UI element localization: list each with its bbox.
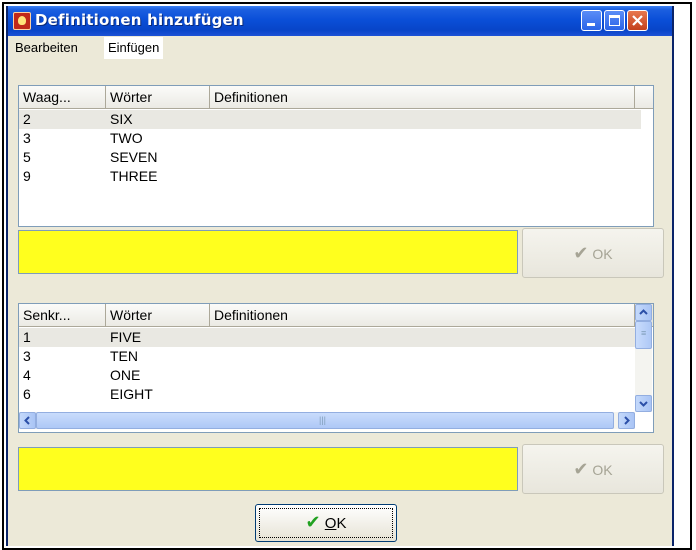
arrow-down-icon <box>639 401 648 407</box>
word-number: 4 <box>23 367 31 383</box>
ok-label: OK <box>592 246 613 262</box>
window-title: Definitionen hinzufügen <box>35 11 244 29</box>
word-text: FIVE <box>110 329 142 345</box>
check-icon: ✔ <box>305 512 321 532</box>
across-word-list[interactable]: Waag... Wörter Definitionen 2 SIX 3 TWO … <box>18 85 654 227</box>
scroll-down-button[interactable] <box>635 395 652 412</box>
word-number: 5 <box>23 149 31 165</box>
dialog-window: Definitionen hinzufügen Bearbeiten Einfü… <box>6 6 674 546</box>
list-item[interactable]: 4 ONE <box>19 366 641 385</box>
ok-button[interactable]: ✔ OK <box>255 504 397 542</box>
word-number: 6 <box>23 386 31 402</box>
grip-icon: ≡ <box>641 328 647 338</box>
maximize-icon <box>609 15 620 26</box>
horizontal-scrollbar[interactable]: ||| <box>19 412 635 429</box>
word-number: 3 <box>23 348 31 364</box>
check-icon: ✔ <box>573 459 589 479</box>
scroll-left-button[interactable] <box>19 412 36 429</box>
down-definition-input[interactable] <box>18 447 518 491</box>
vertical-scroll-thumb[interactable]: ≡ <box>635 321 652 349</box>
scroll-right-button[interactable] <box>618 412 635 429</box>
check-icon: ✔ <box>573 243 589 263</box>
column-header-down-number[interactable]: Senkr... <box>19 304 106 326</box>
menu-edit[interactable]: Bearbeiten <box>12 37 81 59</box>
word-text: EIGHT <box>110 386 153 402</box>
column-header-words[interactable]: Wörter <box>106 86 210 108</box>
word-text: SEVEN <box>110 149 158 165</box>
column-header-words[interactable]: Wörter <box>106 304 210 326</box>
arrow-left-icon <box>24 416 30 425</box>
ok-label-rest: K <box>336 515 347 532</box>
word-text: SIX <box>110 111 133 127</box>
minimize-button[interactable] <box>581 10 602 31</box>
word-number: 3 <box>23 130 31 146</box>
across-ok-button[interactable]: ✔ OK <box>522 228 664 278</box>
word-text: THREE <box>110 168 158 184</box>
vertical-scrollbar[interactable]: ≡ <box>635 304 652 412</box>
column-header-definitions[interactable]: Definitionen <box>210 86 635 108</box>
word-text: ONE <box>110 367 141 383</box>
scroll-up-button[interactable] <box>635 304 652 321</box>
down-list-header: Senkr... Wörter Definitionen <box>19 304 653 327</box>
list-item[interactable]: 9 THREE <box>19 167 641 186</box>
across-list-header: Waag... Wörter Definitionen <box>19 86 653 109</box>
title-bar[interactable]: Definitionen hinzufügen <box>8 6 672 36</box>
list-item[interactable]: 6 EIGHT <box>19 385 641 404</box>
ok-mnemonic: O <box>324 515 337 532</box>
horizontal-scroll-thumb[interactable]: ||| <box>36 412 614 429</box>
list-item[interactable]: 2 SIX <box>19 110 641 129</box>
minimize-icon <box>587 23 595 26</box>
close-button[interactable] <box>627 10 648 31</box>
list-item[interactable]: 1 FIVE <box>19 328 641 347</box>
column-header-across-number[interactable]: Waag... <box>19 86 106 108</box>
word-number: 2 <box>23 111 31 127</box>
word-text: TEN <box>110 348 138 364</box>
grip-icon: ||| <box>319 415 327 425</box>
arrow-up-icon <box>639 309 648 315</box>
column-header-filler <box>635 86 653 108</box>
menu-bar: Bearbeiten Einfügen <box>8 37 672 59</box>
app-icon <box>13 12 31 30</box>
menu-insert[interactable]: Einfügen <box>104 37 164 59</box>
word-text: TWO <box>110 130 143 146</box>
maximize-button[interactable] <box>604 10 625 31</box>
list-item[interactable]: 3 TEN <box>19 347 641 366</box>
word-number: 1 <box>23 329 31 345</box>
close-icon <box>632 15 643 26</box>
down-word-list[interactable]: Senkr... Wörter Definitionen 1 FIVE 3 TE… <box>18 303 654 433</box>
arrow-right-icon <box>624 416 630 425</box>
word-number: 9 <box>23 168 31 184</box>
list-item[interactable]: 3 TWO <box>19 129 641 148</box>
ok-label: OK <box>592 462 613 478</box>
across-definition-input[interactable] <box>18 230 518 274</box>
column-header-definitions[interactable]: Definitionen <box>210 304 635 326</box>
list-item[interactable]: 5 SEVEN <box>19 148 641 167</box>
down-ok-button[interactable]: ✔ OK <box>522 444 664 494</box>
